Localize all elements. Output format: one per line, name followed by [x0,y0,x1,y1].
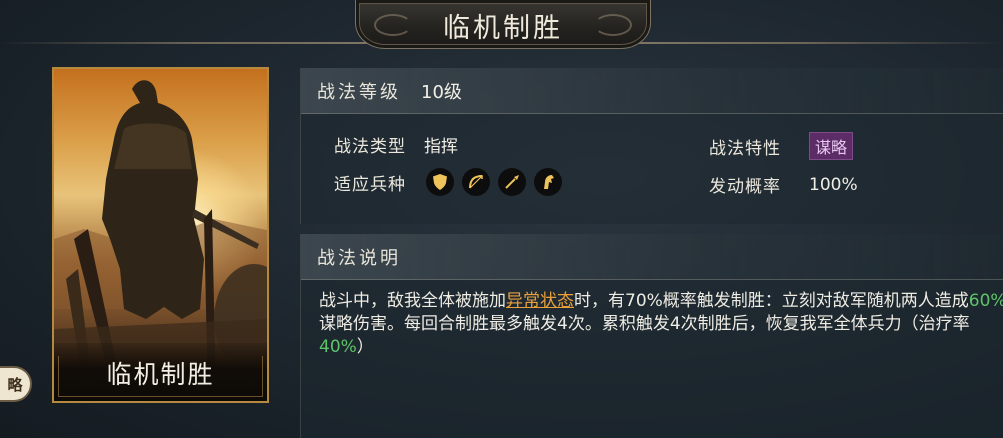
desc-seg: ） [356,337,374,357]
chance-value: 100% [809,174,858,195]
page-title: 临机制胜 [443,13,563,44]
skill-description-panel: 战法说明 战斗中，敌我全体被施加异常状态时，有70%概率触发制胜：立刻对敌军随机… [300,234,1003,438]
troops-label: 适应兵种 [334,174,406,195]
chance-label: 发动概率 [709,177,781,197]
skill-info-panel: 战法等级 10级 战法类型 指挥 战法特性 谋略 适应兵种 发动概率 100% [300,68,1003,224]
description-title: 战法说明 [317,247,401,269]
strategy-tab-button[interactable]: 略 [0,366,32,402]
type-value: 指挥 [424,137,458,157]
abnormal-status-link[interactable]: 异常状态 [506,291,574,311]
troops-row: 适应兵种 [334,168,562,196]
feature-label: 战法特性 [709,138,781,159]
desc-seg: 时，有70%概率触发制胜：立刻对敌军随机两人造成 [574,291,969,311]
level-value: 10级 [421,81,462,103]
desc-seg: 谋略伤害。每回合制胜最多触发4次。累积触发4次制胜后，恢复我军全体兵力（治疗率 [319,314,970,334]
bow-icon[interactable] [462,168,490,196]
card-name-frame [58,356,263,397]
strategy-tab-label: 略 [7,375,23,394]
desc-seg: 战斗中，敌我全体被施加 [319,291,506,311]
description-text: 战斗中，敌我全体被施加异常状态时，有70%概率触发制胜：立刻对敌军随机两人造成6… [319,290,1003,359]
damage-rate: 60% [968,291,1003,311]
description-header: 战法说明 [301,234,1003,280]
shield-icon[interactable] [426,168,454,196]
troop-icons [426,168,562,196]
level-label: 战法等级 [317,81,401,103]
card-name-plate: 临机制胜 [54,343,267,401]
feature-tag: 谋略 [809,132,854,160]
type-row: 战法类型 指挥 [334,132,458,157]
title-banner: 临机制胜 [355,0,651,49]
horse-icon[interactable] [534,168,562,196]
feature-row: 战法特性 谋略 [709,132,854,160]
spear-icon[interactable] [498,168,526,196]
chance-row: 发动概率 100% [709,172,858,198]
skill-card: 临机制胜 [52,67,269,403]
heal-rate: 40% [319,337,357,357]
type-label: 战法类型 [334,137,406,157]
level-row: 战法等级 10级 [301,68,1003,114]
